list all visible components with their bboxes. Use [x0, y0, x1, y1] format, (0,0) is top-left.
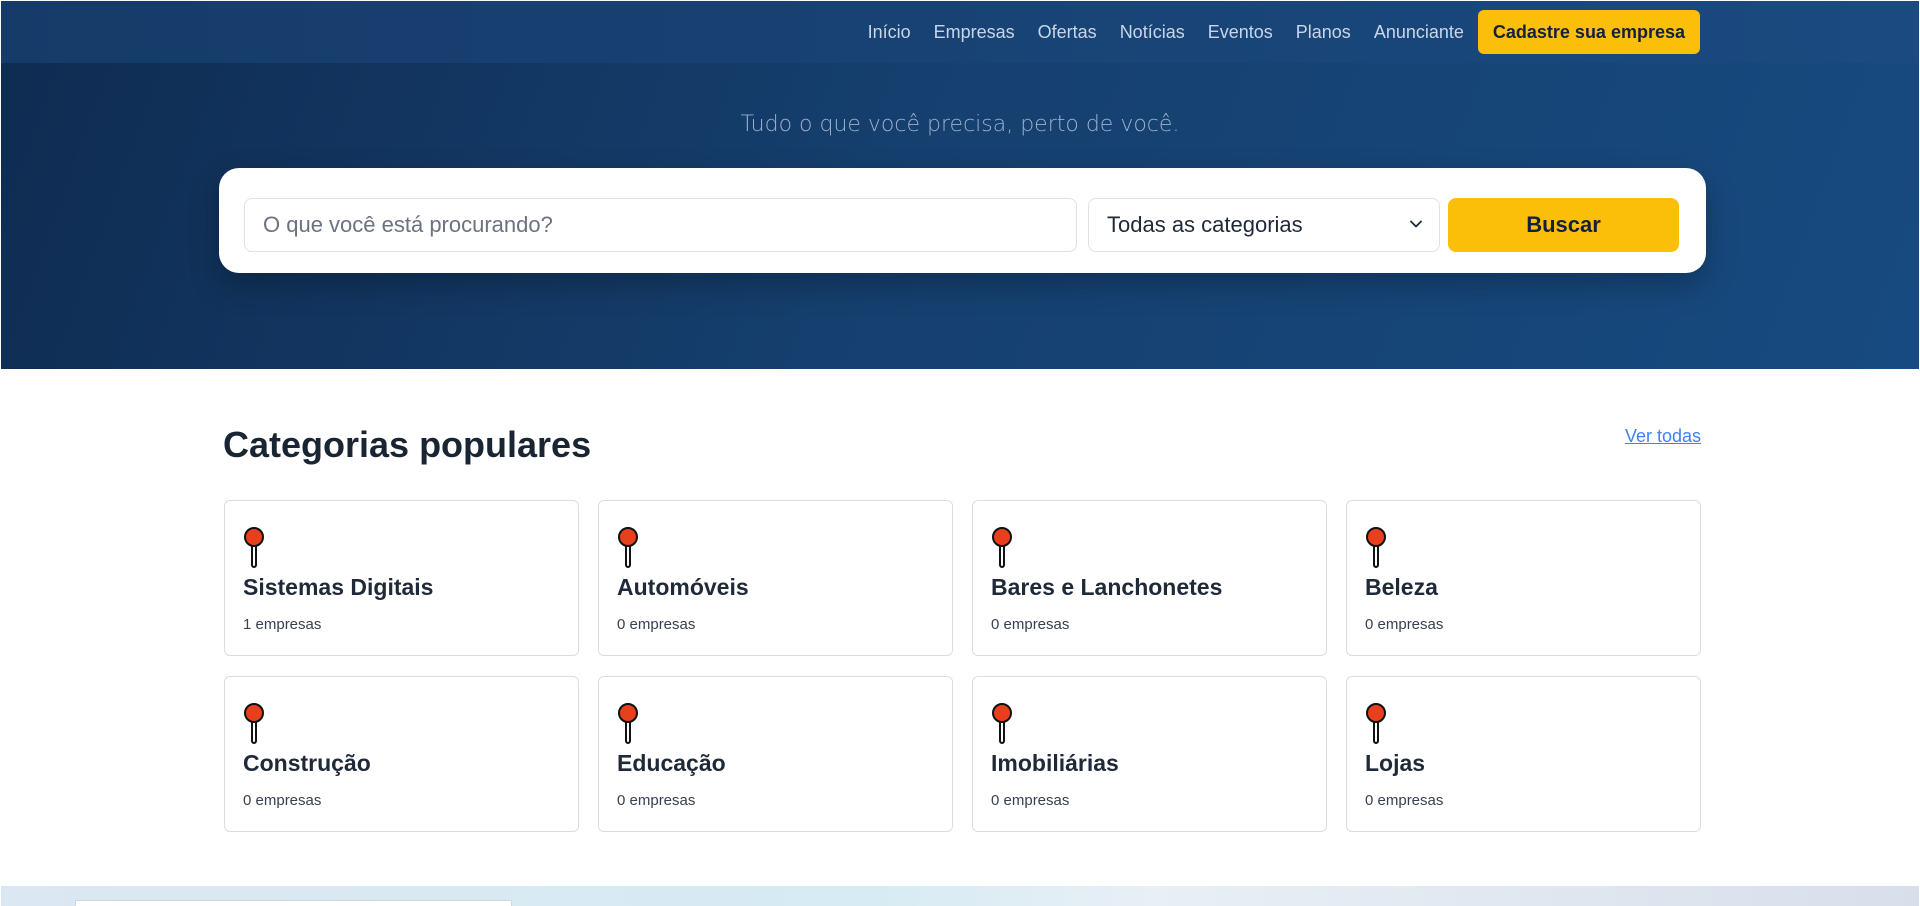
category-card[interactable]: Imobiliárias 0 empresas: [972, 676, 1327, 832]
nav-link-noticias[interactable]: Notícias: [1120, 22, 1185, 43]
category-count: 0 empresas: [991, 616, 1070, 633]
category-count: 0 empresas: [617, 792, 696, 809]
category-card[interactable]: Educação 0 empresas: [598, 676, 953, 832]
category-select-value: Todas as categorias: [1107, 212, 1303, 237]
hero-tagline: Tudo o que você precisa, perto de você.: [740, 112, 1180, 137]
category-card[interactable]: Automóveis 0 empresas: [598, 500, 953, 656]
nav-link-ofertas[interactable]: Ofertas: [1038, 22, 1097, 43]
nav-link-empresas[interactable]: Empresas: [934, 22, 1015, 43]
hero-section: Tudo o que você precisa, perto de você. …: [1, 63, 1919, 369]
category-name: Bares e Lanchonetes: [991, 574, 1223, 600]
next-section-strip: [1, 886, 1919, 906]
pushpin-icon: [1366, 527, 1386, 568]
section-title: Categorias populares: [223, 424, 592, 465]
pushpin-icon: [992, 527, 1012, 568]
search-button[interactable]: Buscar: [1448, 198, 1679, 252]
category-name: Imobiliárias: [991, 750, 1119, 776]
register-company-button[interactable]: Cadastre sua empresa: [1477, 10, 1700, 54]
pushpin-icon: [618, 703, 638, 744]
category-name: Lojas: [1365, 750, 1426, 776]
category-count: 0 empresas: [1365, 616, 1444, 633]
category-select[interactable]: Todas as categorias: [1088, 198, 1440, 252]
nav-link-inicio[interactable]: Início: [868, 22, 911, 43]
category-count: 0 empresas: [991, 792, 1070, 809]
category-name: Automóveis: [617, 574, 749, 600]
category-count: 1 empresas: [243, 616, 322, 633]
nav-link-anunciante[interactable]: Anunciante: [1374, 22, 1464, 43]
category-name: Construção: [243, 750, 371, 776]
top-navbar: Início Empresas Ofertas Notícias Eventos…: [1, 1, 1919, 63]
next-section-card: [75, 900, 512, 906]
search-input[interactable]: [244, 198, 1077, 252]
category-card[interactable]: Construção 0 empresas: [224, 676, 579, 832]
category-card[interactable]: Beleza 0 empresas: [1346, 500, 1701, 656]
chevron-down-icon: [1410, 220, 1422, 228]
pushpin-icon: [244, 703, 264, 744]
category-grid: Sistemas Digitais 1 empresas Automóveis …: [224, 500, 1701, 832]
category-count: 0 empresas: [617, 616, 696, 633]
main-nav: Início Empresas Ofertas Notícias Eventos…: [868, 1, 1700, 63]
category-name: Educação: [617, 750, 726, 776]
category-name: Sistemas Digitais: [243, 574, 434, 600]
pushpin-icon: [244, 527, 264, 568]
search-panel: Todas as categorias Buscar: [219, 168, 1706, 273]
nav-link-eventos[interactable]: Eventos: [1208, 22, 1273, 43]
pushpin-icon: [618, 527, 638, 568]
category-count: 0 empresas: [1365, 792, 1444, 809]
see-all-link[interactable]: Ver todas: [1625, 426, 1701, 447]
category-card[interactable]: Sistemas Digitais 1 empresas: [224, 500, 579, 656]
category-count: 0 empresas: [243, 792, 322, 809]
category-name: Beleza: [1365, 574, 1438, 600]
pushpin-icon: [1366, 703, 1386, 744]
category-card[interactable]: Lojas 0 empresas: [1346, 676, 1701, 832]
category-card[interactable]: Bares e Lanchonetes 0 empresas: [972, 500, 1327, 656]
pushpin-icon: [992, 703, 1012, 744]
nav-link-planos[interactable]: Planos: [1296, 22, 1351, 43]
